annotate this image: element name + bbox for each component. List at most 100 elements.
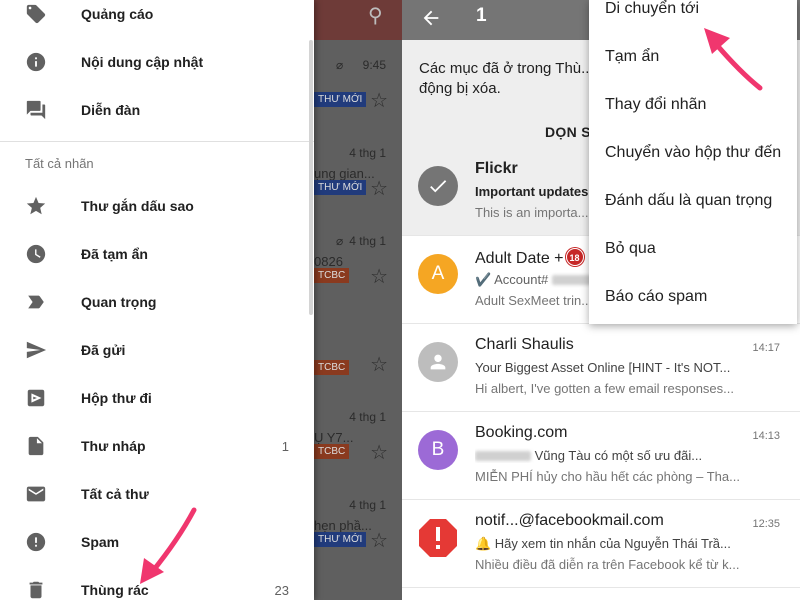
drawer-item-ads[interactable]: Quảng cáo <box>0 0 314 38</box>
drawer-item-label: Thùng rác <box>81 582 149 598</box>
drawer-item-label: Nội dung cập nhật <box>81 54 204 70</box>
list-item[interactable]: 4 thg 1 hẹn phầ... THƯ MỚI ☆ <box>314 480 402 568</box>
mail-item-facebook[interactable]: notif...@facebookmail.com 12:35 🔔 Hãy xe… <box>402 500 800 588</box>
star-icon[interactable]: ☆ <box>370 528 388 553</box>
label-badge: THƯ MỚI <box>314 532 367 547</box>
mail-snippet: Nhiều điều đã diễn ra trên Facebook kể t… <box>475 557 740 572</box>
mail-sender: Adult Date +18 <box>475 248 584 268</box>
drawer-item-label: Spam <box>81 534 120 550</box>
drawer-item-spam[interactable]: Spam <box>0 518 314 566</box>
alert-icon <box>418 518 458 558</box>
outbox-icon <box>24 386 48 410</box>
list-item-snippet: Ụ Y7... <box>314 430 354 445</box>
drawer-item-label: Thư gắn dấu sao <box>81 198 194 214</box>
selected-count: 1 <box>476 5 487 26</box>
list-item[interactable]: ⌀ 9:45 THƯ MỚI ☆ <box>314 40 402 128</box>
drawer-item-starred[interactable]: Thư gắn dấu sao <box>0 182 314 230</box>
list-item-snippet: hẹn phầ... <box>314 518 372 533</box>
redacted-text <box>475 451 531 461</box>
drawer-item-label: Tất cả thư <box>81 486 149 502</box>
label-badge: TCBC <box>314 268 350 283</box>
star-icon <box>24 194 48 218</box>
mail-subject-text: ✔️ Account# <box>475 272 549 287</box>
drawer-scrollbar[interactable] <box>309 40 313 315</box>
mail-time: 14:17 <box>752 342 780 354</box>
list-item-time: 4 thg 1 <box>349 234 386 248</box>
drawer-item-outbox[interactable]: Hộp thư đi <box>0 374 314 422</box>
star-icon[interactable]: ☆ <box>370 440 388 465</box>
check-icon[interactable] <box>418 166 458 206</box>
menu-item-label: Chuyển vào hộp thư đến <box>605 144 782 161</box>
list-item-time: 4 thg 1 <box>349 146 386 160</box>
star-icon[interactable]: ☆ <box>370 264 388 289</box>
list-item-time: 4 thg 1 <box>349 410 386 424</box>
list-item-snippet: ụng gian... <box>314 166 375 181</box>
drawer-item-important[interactable]: Quan trọng <box>0 278 314 326</box>
menu-item-label: Bỏ qua <box>605 240 656 257</box>
list-item-time: 4 thg 1 <box>349 498 386 512</box>
mail-item-booking[interactable]: B Booking.com 14:13 Vũng Tàu có một số ư… <box>402 412 800 500</box>
drawer-item-forums[interactable]: Diễn đàn <box>0 86 314 134</box>
info-icon <box>24 50 48 74</box>
menu-item-label: Báo cáo spam <box>605 288 708 305</box>
star-icon[interactable]: ☆ <box>370 176 388 201</box>
menu-item-move-to-inbox[interactable]: Chuyển vào hộp thư đến <box>589 132 797 180</box>
drawer-item-updates[interactable]: Nội dung cập nhật <box>0 38 314 86</box>
drawer-item-trash[interactable]: Thùng rác 23 <box>0 566 314 600</box>
drawer-item-sent[interactable]: Đã gửi <box>0 326 314 374</box>
mail-subject-text: Vũng Tàu có một số ưu đãi... <box>534 448 703 463</box>
banner-text: Các mục đã ở trong Thù... động bị xóa. <box>419 60 594 97</box>
mail-sender: Booking.com <box>475 424 568 441</box>
drawer-item-label: Đã tạm ẩn <box>81 246 148 262</box>
mail-snippet: MIỄN PHÍ hủy cho hầu hết các phòng – Tha… <box>475 469 740 484</box>
list-item-snippet: 0826 <box>314 254 343 269</box>
menu-item-change-labels[interactable]: Thay đổi nhãn <box>589 84 797 132</box>
drawer-item-label: Hộp thư đi <box>81 390 152 406</box>
drawer-item-count: 1 <box>281 438 289 454</box>
menu-item-move-to[interactable]: Di chuyển tới <box>589 0 797 36</box>
list-item[interactable]: 4 thg 1 Ụ Y7... TCBC ☆ <box>314 392 402 480</box>
tag-icon <box>24 2 48 26</box>
navigation-drawer: Quảng cáo Nội dung cập nhật Diễn đàn Tất… <box>0 0 314 600</box>
star-icon[interactable]: ☆ <box>370 352 388 377</box>
mail-item-charli[interactable]: Charli Shaulis 14:17 Your Biggest Asset … <box>402 324 800 412</box>
clock-icon <box>24 242 48 266</box>
drawer-item-label: Diễn đàn <box>81 102 141 118</box>
mail-sender: Flickr <box>475 160 518 177</box>
drawer-item-all-mail[interactable]: Tất cả thư <box>0 470 314 518</box>
mail-subject: Your Biggest Asset Online [HINT - It's N… <box>475 360 731 375</box>
menu-item-label: Di chuyển tới <box>605 0 700 17</box>
list-item[interactable]: TCBC ☆ <box>314 304 402 392</box>
background-toolbar: ⚲ <box>314 0 402 40</box>
background-mail-list: ⚲ ⌀ 9:45 THƯ MỚI ☆ 4 thg 1 ụng gian... T… <box>314 0 402 600</box>
search-icon[interactable]: ⚲ <box>368 3 383 28</box>
empty-trash-button[interactable]: DỌN S <box>545 124 591 140</box>
list-item[interactable]: ⌀ 4 thg 1 0826 TCBC ☆ <box>314 216 402 304</box>
mail-snippet: Hi albert, I've gotten a few email respo… <box>475 381 734 396</box>
drawer-divider <box>0 141 314 142</box>
back-arrow-icon[interactable] <box>420 7 444 31</box>
star-icon[interactable]: ☆ <box>370 88 388 113</box>
drawer-item-drafts[interactable]: Thư nháp 1 <box>0 422 314 470</box>
drawer-item-snoozed[interactable]: Đã tạm ẩn <box>0 230 314 278</box>
menu-item-report-spam[interactable]: Báo cáo spam <box>589 276 797 324</box>
menu-item-mark-important[interactable]: Đánh dấu là quan trọng <box>589 180 797 228</box>
drawer-section-title: Tất cả nhãn <box>25 156 94 171</box>
mail-sender-text: Adult Date + <box>475 250 564 267</box>
mail-subject: 🔔 Hãy xem tin nhắn của Nguyễn Thái Trầ..… <box>475 536 731 551</box>
forum-icon <box>24 98 48 122</box>
label-badge: TCBC <box>314 444 350 459</box>
mail-time: 12:35 <box>752 518 780 530</box>
spam-icon <box>24 530 48 554</box>
menu-item-ignore[interactable]: Bỏ qua <box>589 228 797 276</box>
drawer-item-label: Đã gửi <box>81 342 126 358</box>
menu-item-snooze[interactable]: Tạm ẩn <box>589 36 797 84</box>
age-18-badge: 18 <box>565 248 584 266</box>
list-item[interactable]: 4 thg 1 ụng gian... THƯ MỚI ☆ <box>314 128 402 216</box>
mail-sender: notif...@facebookmail.com <box>475 512 664 529</box>
label-badge: THƯ MỚI <box>314 92 367 107</box>
label-badge: THƯ MỚI <box>314 180 367 195</box>
menu-item-label: Đánh dấu là quan trọng <box>605 192 773 209</box>
overflow-menu: Di chuyển tới Tạm ẩn Thay đổi nhãn Chuyể… <box>589 0 797 324</box>
mail-sender: Charli Shaulis <box>475 336 574 353</box>
